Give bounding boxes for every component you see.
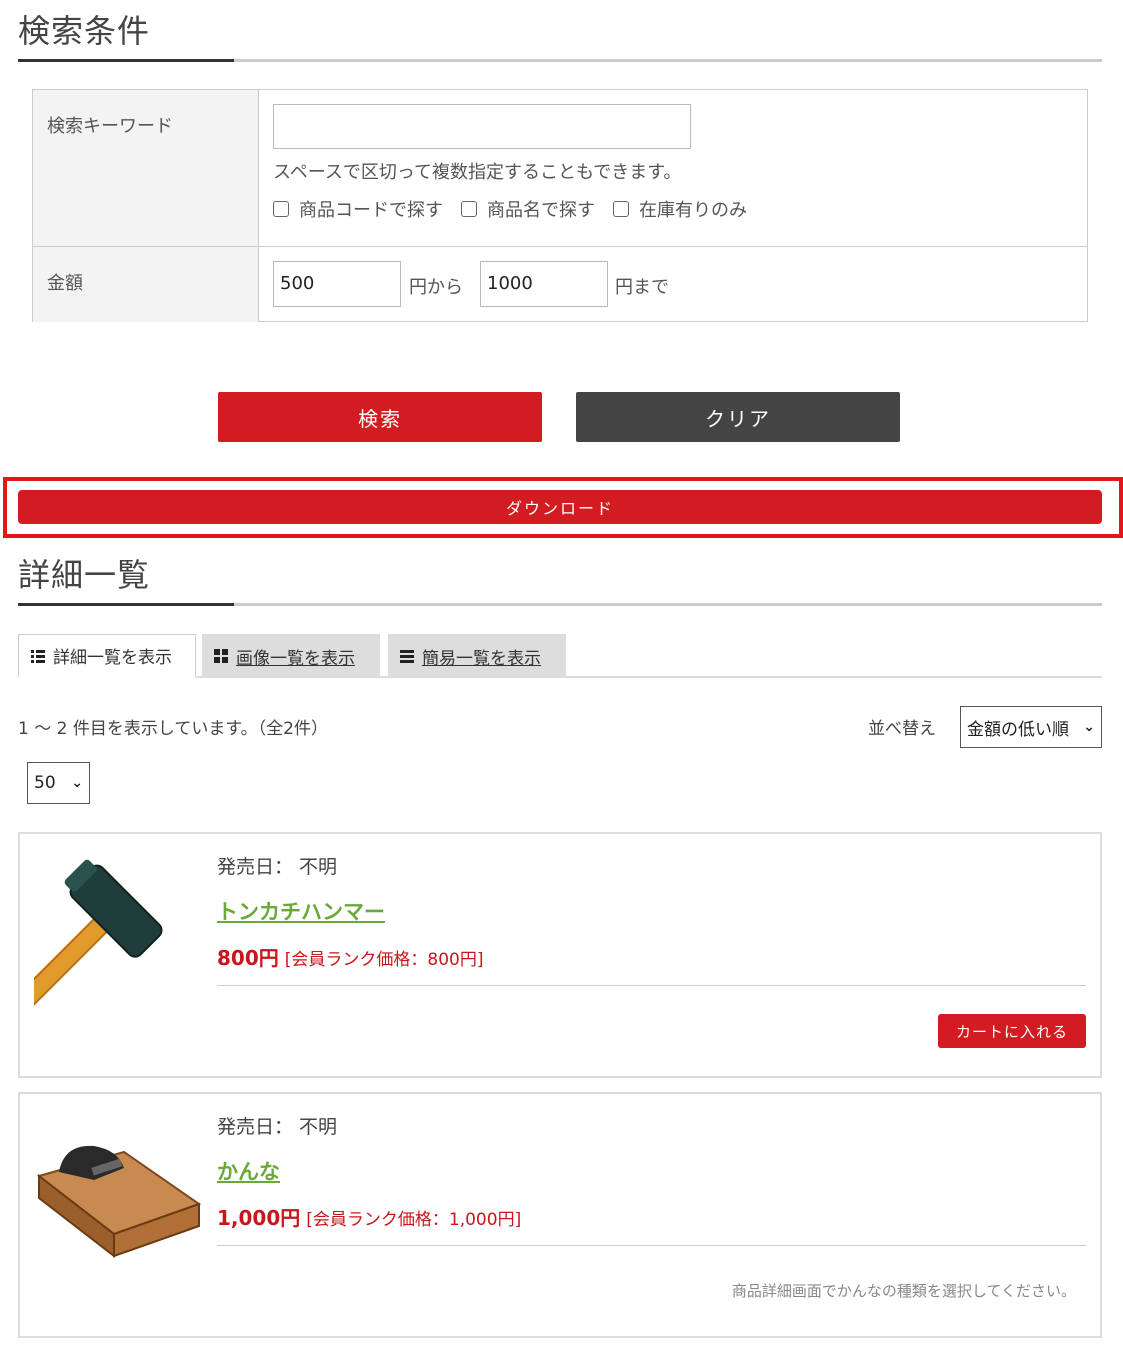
price-from-input[interactable]: 500 <box>273 261 401 307</box>
checkbox-label: 商品名で探す <box>487 200 595 221</box>
variant-note: 商品詳細画面でかんなの種類を選択してください。 <box>731 1282 1076 1300</box>
keyword-cell: スペースで区切って複数指定することもできます。 商品コードで探す 商品名で探す … <box>259 90 1087 246</box>
search-section-title: 検索条件 <box>18 0 1102 62</box>
search-form-table: 検索キーワード スペースで区切って複数指定することもできます。 商品コードで探す… <box>32 89 1088 322</box>
list-title: 詳細一覧 <box>18 556 151 594</box>
price-to-input[interactable]: 1000 <box>480 261 608 307</box>
checkbox-box[interactable] <box>613 201 629 217</box>
price-cell: 500 円から 1000 円まで <box>259 247 1087 322</box>
sort-label: 並べ替え <box>868 719 936 739</box>
divider <box>217 1245 1086 1246</box>
product-card: 発売日： 不明 かんな 1,000円 [会員ランク価格：1,000円] 商品詳細画… <box>18 1092 1102 1338</box>
title-underline-accent <box>18 603 234 606</box>
divider <box>217 985 1086 986</box>
keyword-input[interactable] <box>273 104 691 149</box>
per-page-select[interactable]: 50 ⌄ <box>27 762 90 804</box>
product-info: 発売日： 不明 トンカチハンマー 800円 [会員ランク価格：800円] カートに… <box>217 834 1086 1076</box>
search-title: 検索条件 <box>18 12 151 50</box>
tab-image-list[interactable]: 画像一覧を表示 <box>202 634 380 678</box>
title-underline-accent <box>18 59 234 62</box>
view-tabs: 詳細一覧を表示 画像一覧を表示 簡易一覧を表示 <box>18 634 1102 678</box>
menu-icon <box>400 650 414 663</box>
rank-price: [会員ランク価格：800円] <box>284 950 484 970</box>
release-date: 発売日： 不明 <box>217 1116 338 1138</box>
price-row: 金額 500 円から 1000 円まで <box>33 247 1087 322</box>
product-name-link[interactable]: かんな <box>217 1156 280 1186</box>
list-icon <box>31 649 45 663</box>
price-to-suffix: 円まで <box>615 277 669 298</box>
search-options: 商品コードで探す 商品名で探す 在庫有りのみ <box>273 196 747 222</box>
result-count: 1 ～ 2 件目を表示しています。（全2件） <box>18 719 328 739</box>
price-value: 800円 <box>217 946 279 970</box>
price-from-suffix: 円から <box>409 277 463 298</box>
checkbox-in-stock[interactable]: 在庫有りのみ <box>613 196 747 222</box>
rank-price: [会員ランク価格：1,000円] <box>306 1210 522 1230</box>
price-value: 1,000円 <box>217 1206 301 1230</box>
checkbox-product-name[interactable]: 商品名で探す <box>461 196 595 222</box>
per-page-value: 50 <box>34 773 56 793</box>
product-card: 発売日： 不明 トンカチハンマー 800円 [会員ランク価格：800円] カートに… <box>18 832 1102 1078</box>
chevron-down-icon: ⌄ <box>1083 719 1095 735</box>
product-price: 1,000円 [会員ランク価格：1,000円] <box>217 1202 521 1231</box>
checkbox-product-code[interactable]: 商品コードで探す <box>273 196 443 222</box>
tab-detail-list[interactable]: 詳細一覧を表示 <box>18 634 196 678</box>
tab-label: 簡易一覧を表示 <box>422 648 541 669</box>
tab-simple-list[interactable]: 簡易一覧を表示 <box>388 634 566 678</box>
keyword-row: 検索キーワード スペースで区切って複数指定することもできます。 商品コードで探す… <box>33 90 1087 247</box>
checkbox-label: 在庫有りのみ <box>639 200 747 221</box>
product-name-link[interactable]: トンカチハンマー <box>217 896 385 926</box>
chevron-down-icon: ⌄ <box>71 775 83 791</box>
download-button[interactable]: ダウンロード <box>18 490 1102 524</box>
checkbox-label: 商品コードで探す <box>299 200 443 221</box>
checkbox-box[interactable] <box>461 201 477 217</box>
grid-icon <box>214 649 228 663</box>
clear-button[interactable]: クリア <box>576 392 900 442</box>
hammer-image[interactable] <box>34 856 204 1036</box>
product-info: 発売日： 不明 かんな 1,000円 [会員ランク価格：1,000円] 商品詳細画… <box>217 1094 1086 1336</box>
add-to-cart-button[interactable]: カートに入れる <box>938 1014 1086 1048</box>
plane-image[interactable] <box>34 1116 204 1296</box>
search-button[interactable]: 検索 <box>218 392 542 442</box>
checkbox-box[interactable] <box>273 201 289 217</box>
price-label: 金額 <box>33 247 259 322</box>
list-section-title: 詳細一覧 <box>18 544 1102 606</box>
keyword-label: 検索キーワード <box>33 90 259 246</box>
sort-value: 金額の低い順 <box>967 719 1069 740</box>
tab-label: 画像一覧を表示 <box>236 648 355 669</box>
release-date: 発売日： 不明 <box>217 856 338 878</box>
keyword-hint: スペースで区切って複数指定することもできます。 <box>273 162 682 183</box>
product-price: 800円 [会員ランク価格：800円] <box>217 942 483 971</box>
sort-select[interactable]: 金額の低い順 ⌄ <box>960 706 1102 748</box>
tab-label: 詳細一覧を表示 <box>53 648 172 668</box>
